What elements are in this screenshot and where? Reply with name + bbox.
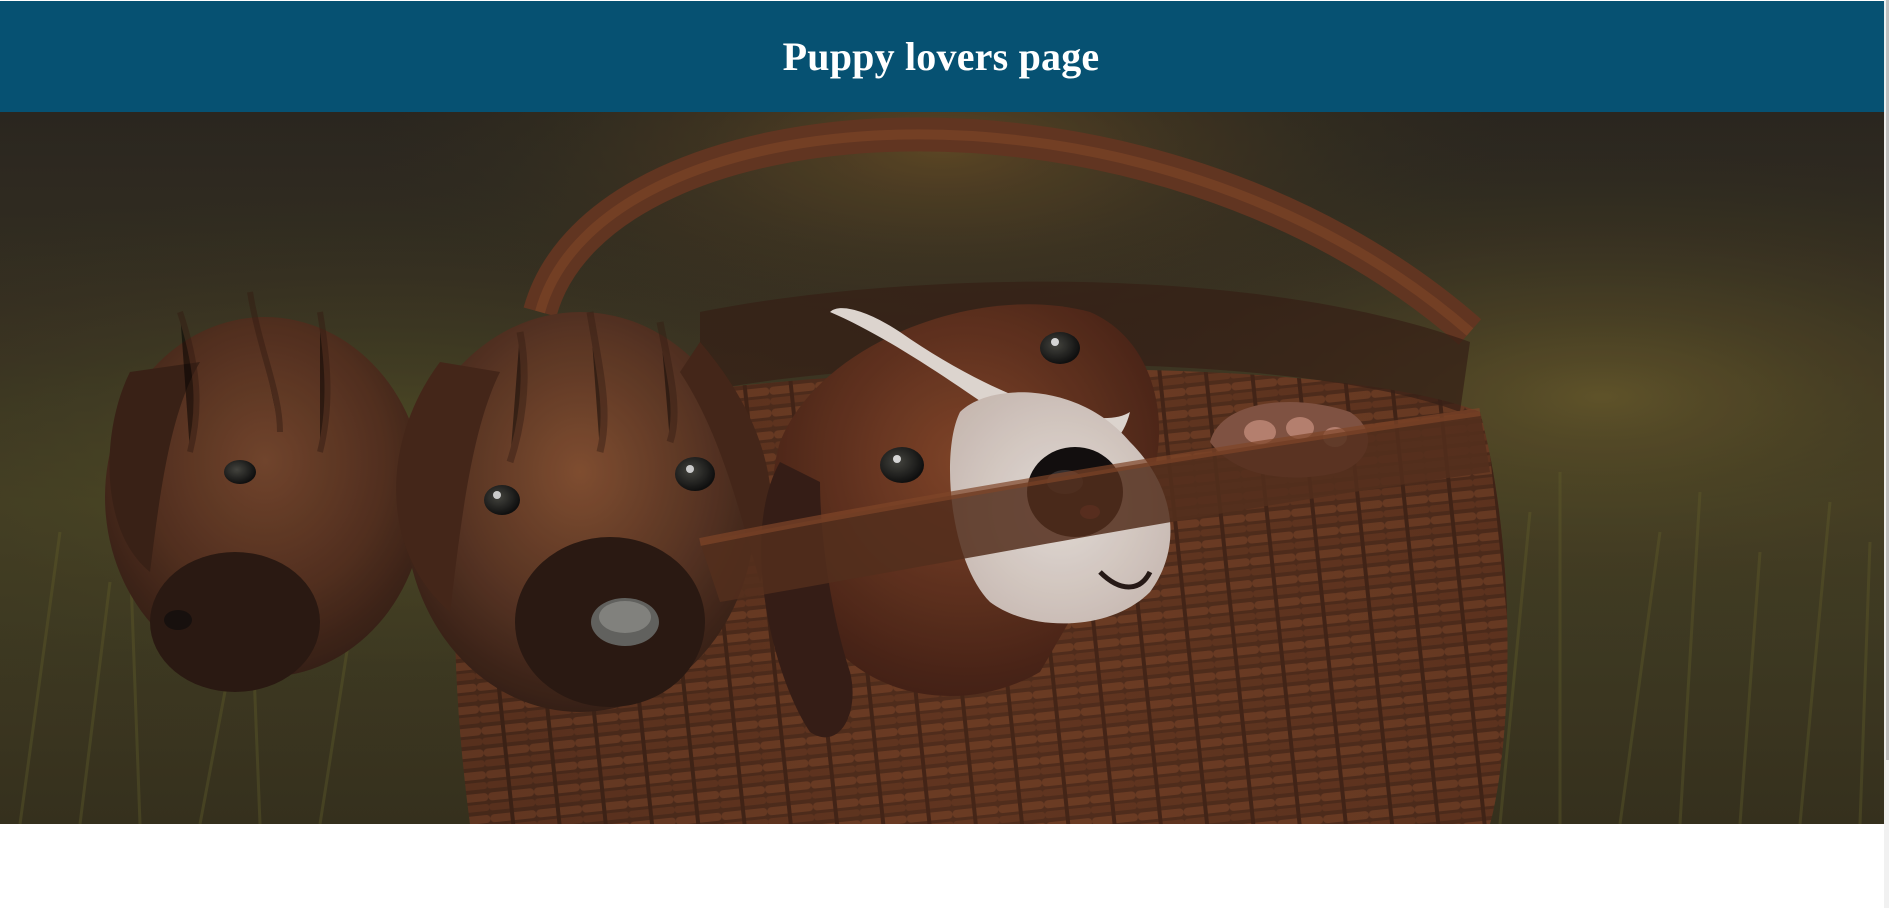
hero-image: [0, 112, 1884, 824]
page: Puppy lovers page: [0, 0, 1884, 908]
page-scrollbar[interactable]: [1884, 0, 1889, 908]
page-title: Puppy lovers page: [782, 34, 1100, 79]
puppies-in-basket-photo: [0, 112, 1884, 824]
page-header: Puppy lovers page: [0, 1, 1884, 112]
